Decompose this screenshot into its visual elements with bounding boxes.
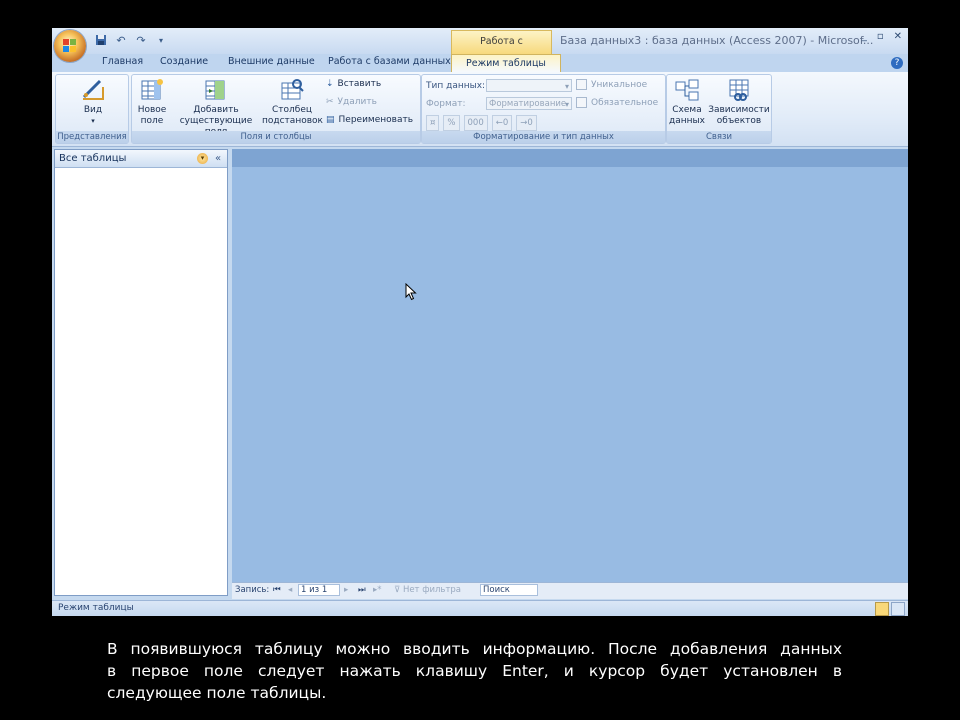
last-record-icon[interactable]: ⏭ (358, 585, 366, 595)
tutorial-caption: В появившуюся таблицу можно вводить инфо… (107, 638, 842, 704)
currency-format-button[interactable]: ¤ (426, 115, 440, 131)
collapse-pane-icon[interactable]: « (215, 150, 221, 167)
maximize-button[interactable]: ▫ (877, 31, 884, 42)
format-row: Формат: Форматирование (426, 97, 572, 111)
object-dependencies-icon (726, 77, 752, 103)
group-format-data-type: Тип данных: Формат: Форматирование ¤ % 0… (421, 74, 666, 144)
new-field-button[interactable]: Новое поле (134, 77, 170, 127)
unique-check-box[interactable] (576, 79, 587, 90)
new-field-icon (139, 77, 165, 103)
datasheet-view-icon[interactable] (875, 602, 889, 616)
thousands-format-button[interactable]: 000 (463, 115, 488, 131)
quick-access-toolbar: ↶ ↷ ▾ (94, 33, 168, 49)
navigation-pane: Все таблицы ▾ « (54, 149, 228, 596)
workspace-header-band (232, 149, 908, 167)
group-label-format: Форматирование и тип данных (422, 131, 665, 143)
rename-button[interactable]: ▤ Переименовать (326, 115, 413, 125)
window-controls: _ ▫ ✕ (862, 31, 902, 42)
navigation-pane-title: Все таблицы (59, 153, 127, 164)
access-window: ↶ ↷ ▾ Работа с таблицами База данных3 : … (52, 28, 908, 616)
mouse-pointer-icon (405, 282, 417, 301)
rename-column-icon: ▤ (326, 115, 335, 125)
add-existing-fields-button[interactable]: Добавить существующие поля (170, 77, 262, 138)
tab-home[interactable]: Главная (102, 56, 143, 67)
previous-record-icon[interactable]: ◂ (288, 585, 292, 595)
lookup-column-icon (279, 77, 305, 103)
format-combo[interactable]: Форматирование (486, 97, 572, 111)
redo-icon[interactable]: ↷ (134, 34, 148, 48)
search-input[interactable]: Поиск (480, 584, 538, 596)
new-record-icon[interactable]: ▸* (373, 585, 382, 595)
title-bar: ↶ ↷ ▾ Работа с таблицами База данных3 : … (52, 28, 908, 69)
increase-decimals-button[interactable]: ←0 (491, 115, 513, 131)
status-text: Режим таблицы (58, 603, 134, 613)
view-dropdown-icon: ▾ (91, 117, 95, 125)
navigation-pane-header[interactable]: Все таблицы ▾ « (55, 150, 227, 168)
view-icon (80, 77, 106, 103)
view-switcher (875, 602, 905, 616)
group-label-fields: Поля и столбцы (132, 131, 420, 143)
delete-column-icon: ✂ (326, 97, 334, 107)
record-navigation-bar: Запись: ⏮ ◂ 1 из 1 ▸ ⏭ ▸* ⊽ Нет фильтра … (232, 582, 908, 599)
object-dependencies-button[interactable]: Зависимости объектов (707, 77, 771, 127)
tab-create[interactable]: Создание (160, 56, 208, 67)
data-type-row: Тип данных: (426, 79, 572, 93)
office-logo-icon (63, 39, 77, 53)
relationships-button[interactable]: Схема данных (669, 77, 705, 127)
data-type-combo[interactable] (486, 79, 572, 93)
add-existing-fields-icon (203, 77, 229, 103)
next-record-icon[interactable]: ▸ (344, 585, 348, 595)
customize-qat-icon[interactable]: ▾ (154, 34, 168, 48)
close-button[interactable]: ✕ (894, 31, 902, 42)
format-buttons: ¤ % 000 ←0 →0 (426, 115, 537, 131)
first-record-icon[interactable]: ⏮ (273, 585, 281, 595)
document-workspace[interactable] (232, 149, 908, 582)
group-relationships: Схема данных Зависимости объектов Связи (666, 74, 772, 144)
caption-line-2: в первое поле следует нажать клавишу Ent… (107, 662, 842, 680)
window-title: База данных3 : база данных (Access 2007)… (560, 34, 874, 47)
current-record-field[interactable]: 1 из 1 (298, 584, 340, 596)
status-bar: Режим таблицы (52, 600, 908, 616)
undo-icon[interactable]: ↶ (114, 34, 128, 48)
unique-checkbox[interactable]: Уникальное (576, 79, 647, 90)
ribbon-tabs: Главная Создание Внешние данные Работа с… (52, 54, 908, 72)
required-check-box[interactable] (576, 97, 587, 108)
filter-icon: ⊽ (394, 585, 401, 595)
contextual-tab-group: Работа с таблицами (451, 30, 552, 69)
tab-database-tools[interactable]: Работа с базами данных (328, 56, 451, 67)
group-label-views: Представления (56, 131, 128, 143)
required-checkbox[interactable]: Обязательное (576, 97, 658, 108)
record-label: Запись: (235, 585, 270, 595)
design-view-icon[interactable] (891, 602, 905, 616)
delete-button[interactable]: ✂ Удалить (326, 97, 377, 107)
caption-line-1: В появившуюся таблицу можно вводить инфо… (107, 640, 842, 658)
nav-menu-chevron-down-icon[interactable]: ▾ (197, 153, 208, 164)
percent-format-button[interactable]: % (443, 115, 460, 131)
save-icon[interactable] (94, 34, 108, 48)
tab-external-data[interactable]: Внешние данные (228, 56, 315, 67)
insert-button[interactable]: ⇣ Вставить (326, 79, 381, 89)
group-views: Вид ▾ Представления (55, 74, 129, 144)
insert-column-icon: ⇣ (326, 79, 334, 89)
ribbon: Вид ▾ Представления Новое поле Добавить … (52, 72, 908, 147)
office-button[interactable] (54, 30, 86, 62)
decrease-decimals-button[interactable]: →0 (516, 115, 537, 131)
relationships-icon (674, 77, 700, 103)
tab-datasheet[interactable]: Режим таблицы (451, 54, 561, 72)
help-icon[interactable]: ? (891, 57, 903, 69)
minimize-button[interactable]: _ (862, 31, 867, 42)
group-fields-columns: Новое поле Добавить существующие поля Ст… (131, 74, 421, 144)
view-button[interactable]: Вид ▾ (70, 77, 116, 127)
filter-status-button[interactable]: ⊽ Нет фильтра (394, 585, 461, 595)
caption-line-3: следующее поле таблицы. (107, 684, 327, 702)
lookup-column-button[interactable]: Столбец подстановок (262, 77, 323, 127)
group-label-relationships: Связи (667, 131, 771, 143)
